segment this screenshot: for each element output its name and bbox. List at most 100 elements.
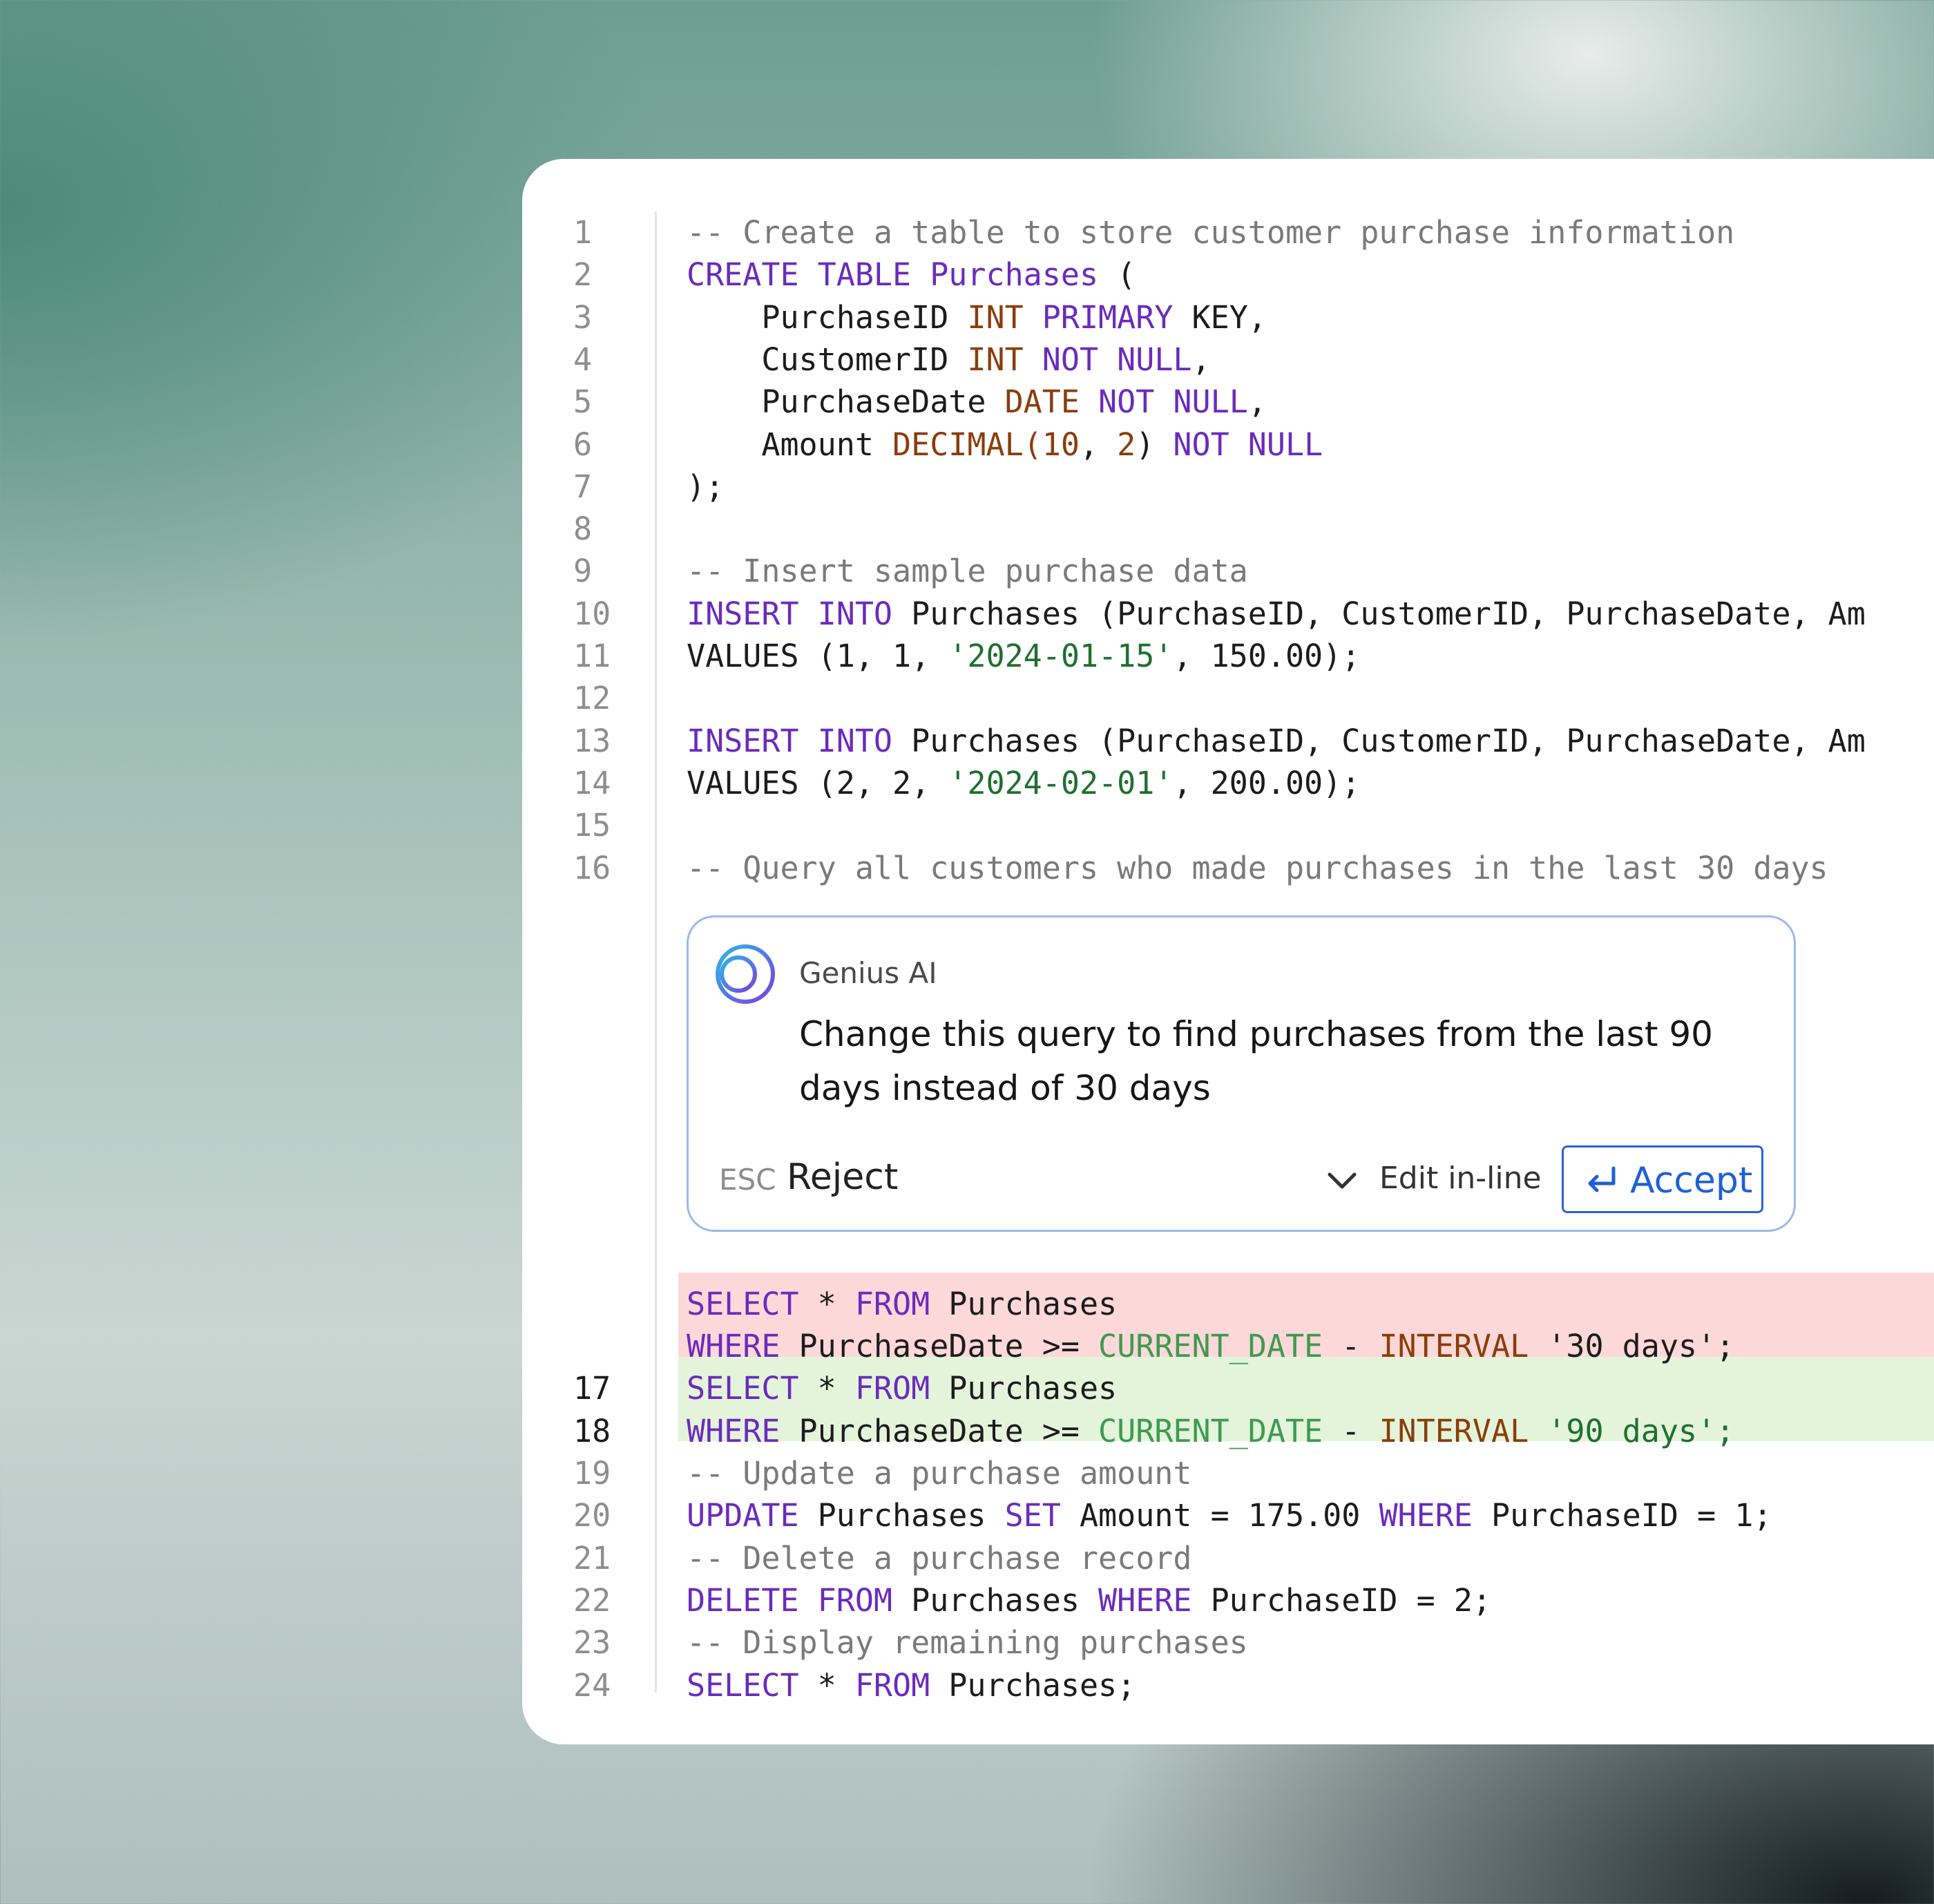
code-token: , 150.00); — [1173, 638, 1361, 674]
code-token: Purchases (PurchaseID, CustomerID, Purch… — [892, 595, 1866, 632]
chevron-down-icon[interactable] — [1321, 1159, 1363, 1201]
code-token: NOT NULL — [1079, 383, 1248, 421]
code-text: ); — [687, 466, 724, 508]
code-line[interactable]: 10 INSERT INTO Purchases (PurchaseID, Cus… — [522, 593, 1934, 635]
line-number: 12 — [573, 680, 611, 717]
code-line[interactable]: 24 SELECT * FROM Purchases; — [522, 1664, 1934, 1706]
code-line[interactable]: 11 VALUES (1, 1, '2024-01-15', 150.00); — [522, 635, 1934, 677]
code-token: WHERE — [1098, 1581, 1192, 1619]
code-line[interactable]: 12 — [522, 677, 1934, 719]
code-token: ( — [1098, 256, 1136, 294]
code-line[interactable]: WHERE PurchaseDate >= CURRENT_DATE - INT… — [522, 1325, 1934, 1367]
code-token: -- Update a purchase amount — [687, 1455, 1192, 1492]
code-text: CustomerID INT NOT NULL, — [687, 339, 1211, 381]
code-token: INSERT INTO — [687, 722, 893, 759]
code-text: PurchaseDate DATE NOT NULL, — [687, 381, 1267, 423]
code-token: WHERE — [1379, 1497, 1473, 1534]
line-number: 23 — [573, 1624, 611, 1662]
code-line[interactable]: 1 -- Create a table to store customer pur… — [522, 211, 1934, 254]
line-number: 20 — [573, 1497, 611, 1534]
code-token: INSERT INTO — [687, 595, 893, 632]
code-line[interactable]: 16 -- Query all customers who made purcha… — [522, 847, 1934, 889]
code-token: VALUES (1, 1, — [687, 638, 949, 674]
code-text: DELETE FROM Purchases WHERE PurchaseID =… — [687, 1579, 1491, 1621]
code-token: , — [1191, 341, 1211, 378]
code-text: PurchaseID INT PRIMARY KEY, — [687, 296, 1267, 339]
code-text: SELECT * FROM Purchases — [687, 1367, 1117, 1409]
code-token: PurchaseID = 2; — [1191, 1581, 1491, 1619]
code-line[interactable]: 18 WHERE PurchaseDate >= CURRENT_DATE - I… — [522, 1410, 1934, 1452]
code-line[interactable]: 4 CustomerID INT NOT NULL, — [522, 339, 1934, 381]
line-number: 4 — [573, 341, 593, 378]
code-token: -- Delete a purchase record — [687, 1539, 1192, 1577]
line-number: 14 — [573, 764, 611, 801]
code-token: WHERE — [687, 1412, 781, 1449]
line-number: 6 — [573, 426, 593, 463]
code-token: PurchaseDate >= — [780, 1412, 1099, 1449]
code-token: '2024-02-01' — [948, 764, 1174, 801]
code-token: -- Create a table to store customer purc… — [687, 214, 1735, 251]
code-token: VALUES (2, 2, — [687, 764, 949, 801]
code-line[interactable]: 5 PurchaseDate DATE NOT NULL, — [522, 381, 1934, 423]
code-text: INSERT INTO Purchases (PurchaseID, Custo… — [687, 593, 1866, 635]
code-token: DECIMAL(10 — [892, 426, 1080, 463]
code-token: - — [1323, 1328, 1379, 1365]
code-token: SELECT — [687, 1370, 799, 1407]
edit-inline-button[interactable]: Edit in-line — [1379, 1161, 1542, 1196]
code-line[interactable]: 15 — [522, 804, 1934, 846]
code-line[interactable]: 9 -- Insert sample purchase data — [522, 550, 1934, 592]
code-token: Purchases; — [930, 1666, 1136, 1704]
code-line[interactable]: 8 — [522, 508, 1934, 550]
code-token: WHERE — [687, 1328, 781, 1365]
code-line[interactable]: 23 -- Display remaining purchases — [522, 1621, 1934, 1664]
code-token: Purchases — [892, 1581, 1099, 1619]
code-token: SELECT — [687, 1285, 799, 1322]
line-number: 24 — [573, 1666, 611, 1704]
code-token: -- Insert sample purchase data — [687, 553, 1248, 590]
code-token: FROM — [854, 1666, 930, 1704]
line-number: 11 — [573, 638, 611, 674]
ai-prompt-message: Change this query to find purchases from… — [799, 1014, 1713, 1108]
line-number: 1 — [573, 214, 593, 251]
code-line[interactable]: 22 DELETE FROM Purchases WHERE PurchaseID… — [522, 1579, 1934, 1621]
code-token: CREATE TABLE Purchases — [687, 256, 1099, 294]
code-text: Amount DECIMAL(10, 2) NOT NULL — [687, 423, 1323, 466]
code-text: WHERE PurchaseDate >= CURRENT_DATE - INT… — [687, 1410, 1734, 1452]
code-line[interactable]: 21 -- Delete a purchase record — [522, 1537, 1934, 1579]
line-number: 17 — [573, 1370, 611, 1407]
code-text: -- Update a purchase amount — [687, 1452, 1192, 1494]
code-token: DELETE FROM — [687, 1581, 893, 1619]
code-text: VALUES (1, 1, '2024-01-15', 150.00); — [687, 635, 1360, 677]
code-token: KEY, — [1173, 298, 1267, 336]
code-line[interactable]: 6 Amount DECIMAL(10, 2) NOT NULL — [522, 423, 1934, 466]
code-token: * — [798, 1666, 855, 1704]
code-token: PRIMARY — [1023, 298, 1174, 336]
enter-key-icon — [1588, 1166, 1616, 1192]
code-line[interactable]: 3 PurchaseID INT PRIMARY KEY, — [522, 296, 1934, 339]
line-number: 22 — [573, 1581, 611, 1619]
reject-button[interactable]: Reject — [787, 1156, 898, 1198]
line-number: 13 — [573, 722, 611, 759]
code-line[interactable]: 13 INSERT INTO Purchases (PurchaseID, Cus… — [522, 720, 1934, 762]
code-line[interactable]: 14 VALUES (2, 2, '2024-02-01', 200.00); — [522, 762, 1934, 804]
code-line[interactable]: SELECT * FROM Purchases — [522, 1283, 1934, 1325]
code-line[interactable]: 2 CREATE TABLE Purchases ( — [522, 254, 1934, 296]
code-token: -- Query all customers who made purchase… — [687, 849, 1828, 886]
code-token: -- Display remaining purchases — [687, 1624, 1248, 1662]
line-number: 18 — [573, 1412, 611, 1449]
code-line[interactable]: 20 UPDATE Purchases SET Amount = 175.00 W… — [522, 1494, 1934, 1536]
code-line[interactable]: 19 -- Update a purchase amount — [522, 1452, 1934, 1494]
code-token: PurchaseID = 1; — [1472, 1497, 1772, 1534]
code-token: Amount — [687, 426, 893, 463]
line-number: 9 — [573, 553, 593, 590]
accept-button[interactable]: Accept — [1562, 1145, 1763, 1213]
ai-suggestion-panel: Genius AI Change this query to find purc… — [687, 915, 1796, 1232]
code-token: ); — [687, 468, 725, 505]
code-text: CREATE TABLE Purchases ( — [687, 254, 1136, 296]
code-line[interactable]: 17 SELECT * FROM Purchases — [522, 1367, 1934, 1409]
code-token: INT — [967, 341, 1024, 378]
code-token: PurchaseID — [687, 298, 968, 336]
code-token: '30 days'; — [1529, 1328, 1735, 1365]
code-token: CustomerID — [687, 341, 968, 378]
code-line[interactable]: 7); — [522, 466, 1934, 508]
